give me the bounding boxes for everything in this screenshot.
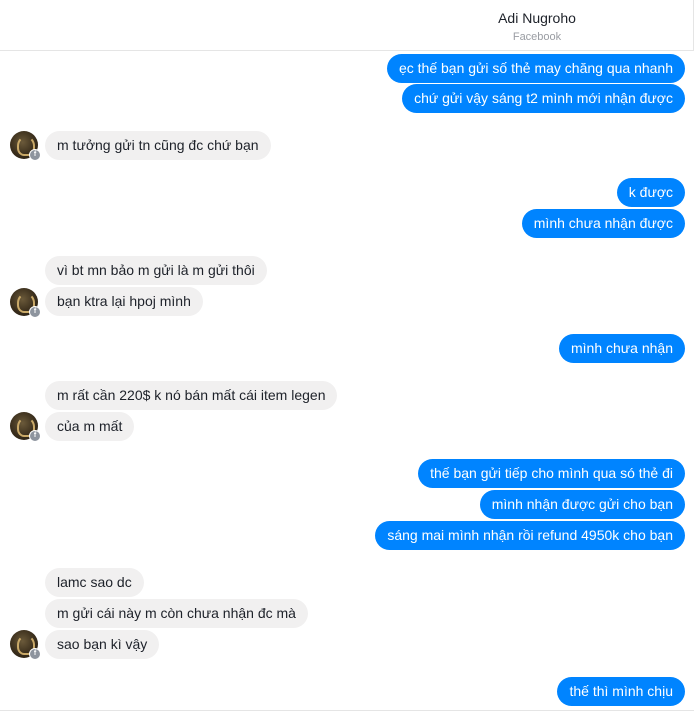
contact-avatar[interactable]: f	[10, 131, 41, 161]
message-bubble-incoming: m tưởng gửi tn cũng đc chứ bạn	[45, 131, 271, 160]
contact-avatar[interactable]: f	[10, 630, 41, 660]
contact-platform: Facebook	[512, 31, 562, 43]
contact-avatar[interactable]: f	[10, 412, 41, 442]
message-bubble-outgoing: mình chưa nhận được	[521, 209, 685, 238]
message-bubble-incoming: lamc sao dc	[45, 568, 144, 597]
message-bubble-incoming: vì bt mn bảo m gửi là m gửi thôi	[45, 256, 267, 285]
divider	[0, 710, 694, 711]
message-bubble-incoming: m gửi cái này m còn chưa nhận đc mà	[45, 599, 308, 628]
conversation-header: Adi Nugroho Facebook	[0, 0, 694, 51]
message-bubble-incoming: của m mất	[45, 412, 135, 441]
message-bubble-outgoing: k được	[616, 178, 685, 207]
message-bubble-incoming: m rất cần 220$ k nó bán mất cái item leg…	[45, 381, 338, 410]
message-bubble-outgoing: thế bạn gửi tiếp cho mình qua só thẻ đi	[418, 459, 685, 488]
facebook-icon: f	[29, 149, 41, 161]
message-bubble-outgoing: mình chưa nhận	[559, 334, 685, 363]
facebook-icon: f	[29, 648, 41, 660]
facebook-icon: f	[29, 430, 41, 442]
message-bubble-outgoing: mình nhận được gửi cho bạn	[479, 490, 685, 519]
message-bubble-outgoing: sáng mai mình nhận rồi refund 4950k cho …	[375, 521, 685, 550]
message-bubble-outgoing: chứ gửi vậy sáng t2 mình mới nhận được	[402, 84, 685, 113]
facebook-icon: f	[29, 306, 41, 318]
message-bubble-incoming: sao bạn kì vậy	[45, 630, 160, 659]
contact-avatar[interactable]: f	[10, 288, 41, 318]
message-bubble-outgoing: thế thì mình chịu	[557, 677, 685, 706]
contact-name[interactable]: Adi Nugroho	[0, 10, 694, 26]
message-bubble-outgoing: ẹc thế bạn gửi số thẻ may chăng qua nhan…	[386, 54, 685, 83]
message-bubble-incoming: bạn ktra lại hpoj mình	[45, 287, 203, 316]
